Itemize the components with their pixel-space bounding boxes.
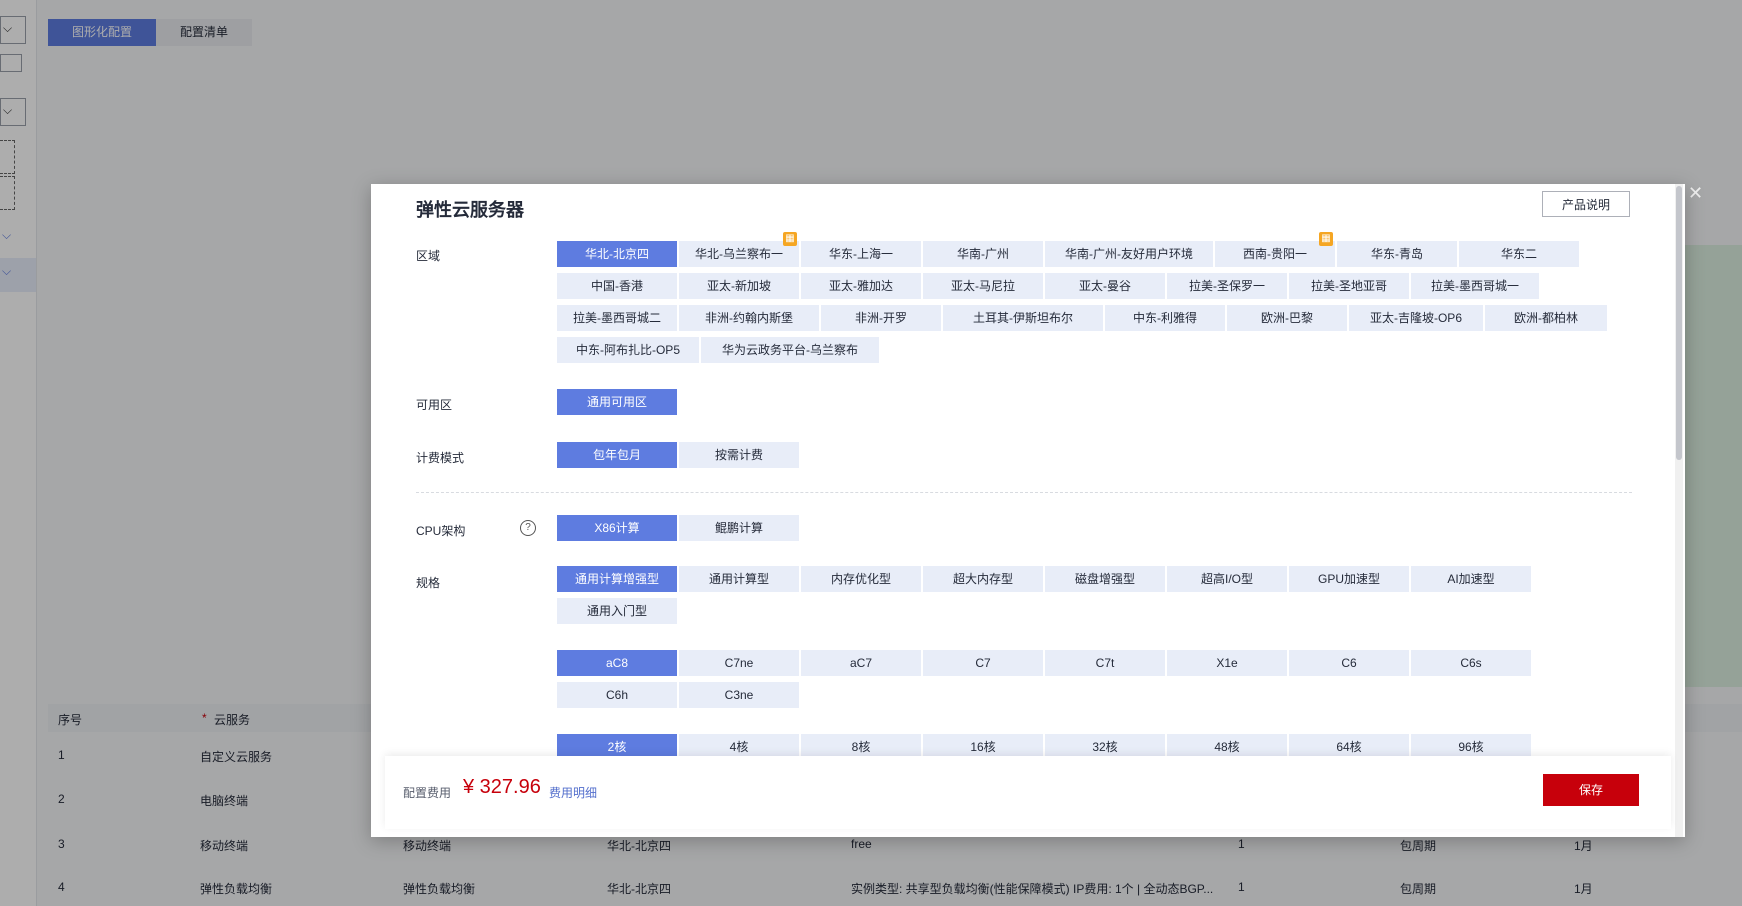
core-option[interactable]: 32核 (1045, 734, 1165, 756)
series-option[interactable]: C6s (1411, 650, 1531, 676)
region-option[interactable]: 华北-乌兰察布一 (679, 241, 799, 267)
cpu-label: CPU架构 (416, 524, 466, 538)
region-option[interactable]: 华为云政务平台-乌兰察布 (701, 337, 879, 363)
region-label: 区域 (416, 249, 441, 263)
billing-option-ondemand[interactable]: 按需计费 (679, 442, 799, 468)
region-option[interactable]: 拉美-墨西哥城一 (1411, 273, 1539, 299)
fee-detail-link[interactable]: 费用明细 (549, 784, 597, 801)
spec-type-option[interactable]: 内存优化型 (801, 566, 921, 592)
region-option[interactable]: 非洲-约翰内斯堡 (679, 305, 819, 331)
series-option[interactable]: X1e (1167, 650, 1287, 676)
fee-label: 配置费用 (403, 786, 452, 800)
cpu-option-kunpeng[interactable]: 鲲鹏计算 (679, 515, 799, 541)
spec-type-option[interactable]: 超大内存型 (923, 566, 1043, 592)
region-option[interactable]: 拉美-墨西哥城二 (557, 305, 677, 331)
region-option[interactable]: 中东-阿布扎比-OP5 (557, 337, 699, 363)
region-option[interactable]: 亚太-马尼拉 (923, 273, 1043, 299)
series-option[interactable]: C7 (923, 650, 1043, 676)
modal-content: 弹性云服务器 产品说明 区域 华北-北京四 华北-乌兰察布一 ▦ 华东-上海一 华南-广… (371, 184, 1671, 756)
gift-icon: ▦ (783, 232, 797, 246)
region-option[interactable]: 华南-广州-友好用户环境 (1045, 241, 1213, 267)
region-option[interactable]: 拉美-圣保罗一 (1167, 273, 1287, 299)
core-option[interactable]: 4核 (679, 734, 799, 756)
region-option[interactable]: 亚太-雅加达 (801, 273, 921, 299)
cpu-option-x86[interactable]: X86计算 (557, 515, 677, 541)
series-option[interactable]: aC8 (557, 650, 677, 676)
core-option[interactable]: 2核 (557, 734, 677, 756)
core-option[interactable]: 48核 (1167, 734, 1287, 756)
section-divider (416, 492, 1632, 493)
product-doc-button[interactable]: 产品说明 (1542, 191, 1630, 217)
spec-type-option[interactable]: 通用计算增强型 (557, 566, 677, 592)
spec-type-option[interactable]: 通用计算型 (679, 566, 799, 592)
fee-value: ¥ 327.96 (463, 776, 541, 798)
gift-icon: ▦ (1319, 232, 1333, 246)
spec-label: 规格 (416, 576, 441, 590)
series-option[interactable]: C6 (1289, 650, 1409, 676)
spec-type-option[interactable]: AI加速型 (1411, 566, 1531, 592)
modal-title: 弹性云服务器 (416, 200, 524, 220)
series-option[interactable]: C6h (557, 682, 677, 708)
region-option[interactable]: 中东-利雅得 (1105, 305, 1225, 331)
region-option[interactable]: 华南-广州 (923, 241, 1043, 267)
region-option[interactable]: 西南-贵阳一 (1215, 241, 1335, 267)
region-option[interactable]: 中国-香港 (557, 273, 677, 299)
series-option[interactable]: aC7 (801, 650, 921, 676)
region-option[interactable]: 华东-青岛 (1337, 241, 1457, 267)
scrollbar-thumb[interactable] (1676, 186, 1682, 460)
region-option[interactable]: 欧洲-都柏林 (1485, 305, 1607, 331)
region-option[interactable]: 非洲-开罗 (821, 305, 941, 331)
ecs-config-modal: 弹性云服务器 产品说明 区域 华北-北京四 华北-乌兰察布一 ▦ 华东-上海一 华南-广… (371, 184, 1685, 837)
spec-type-option[interactable]: 超高I/O型 (1167, 566, 1287, 592)
core-option[interactable]: 64核 (1289, 734, 1409, 756)
spec-type-option[interactable]: GPU加速型 (1289, 566, 1409, 592)
region-option[interactable]: 亚太-曼谷 (1045, 273, 1165, 299)
series-option[interactable]: C7ne (679, 650, 799, 676)
region-option[interactable]: 土耳其-伊斯坦布尔 (943, 305, 1103, 331)
save-button[interactable]: 保存 (1543, 774, 1639, 806)
spec-type-option[interactable]: 通用入门型 (557, 598, 677, 624)
region-option[interactable]: 华东-上海一 (801, 241, 921, 267)
region-option[interactable]: 拉美-圣地亚哥 (1289, 273, 1409, 299)
region-option[interactable]: 华北-北京四 (557, 241, 677, 267)
region-option[interactable]: 亚太-新加坡 (679, 273, 799, 299)
modal-footer: 配置费用 ¥ 327.96 费用明细 保存 (385, 756, 1671, 829)
az-label: 可用区 (416, 398, 453, 412)
billing-label: 计费模式 (416, 451, 465, 465)
az-option[interactable]: 通用可用区 (557, 389, 677, 415)
spec-type-option[interactable]: 磁盘增强型 (1045, 566, 1165, 592)
series-option[interactable]: C7t (1045, 650, 1165, 676)
region-option[interactable]: 亚太-吉隆坡-OP6 (1349, 305, 1483, 331)
core-option[interactable]: 8核 (801, 734, 921, 756)
help-icon[interactable]: ? (520, 520, 536, 536)
region-option[interactable]: 欧洲-巴黎 (1227, 305, 1347, 331)
modal-scrollbar[interactable] (1675, 184, 1683, 837)
region-option[interactable]: 华东二 (1459, 241, 1579, 267)
close-icon[interactable]: ✕ (1688, 183, 1703, 204)
core-option[interactable]: 16核 (923, 734, 1043, 756)
billing-option-yearly[interactable]: 包年包月 (557, 442, 677, 468)
core-option[interactable]: 96核 (1411, 734, 1531, 756)
series-option[interactable]: C3ne (679, 682, 799, 708)
